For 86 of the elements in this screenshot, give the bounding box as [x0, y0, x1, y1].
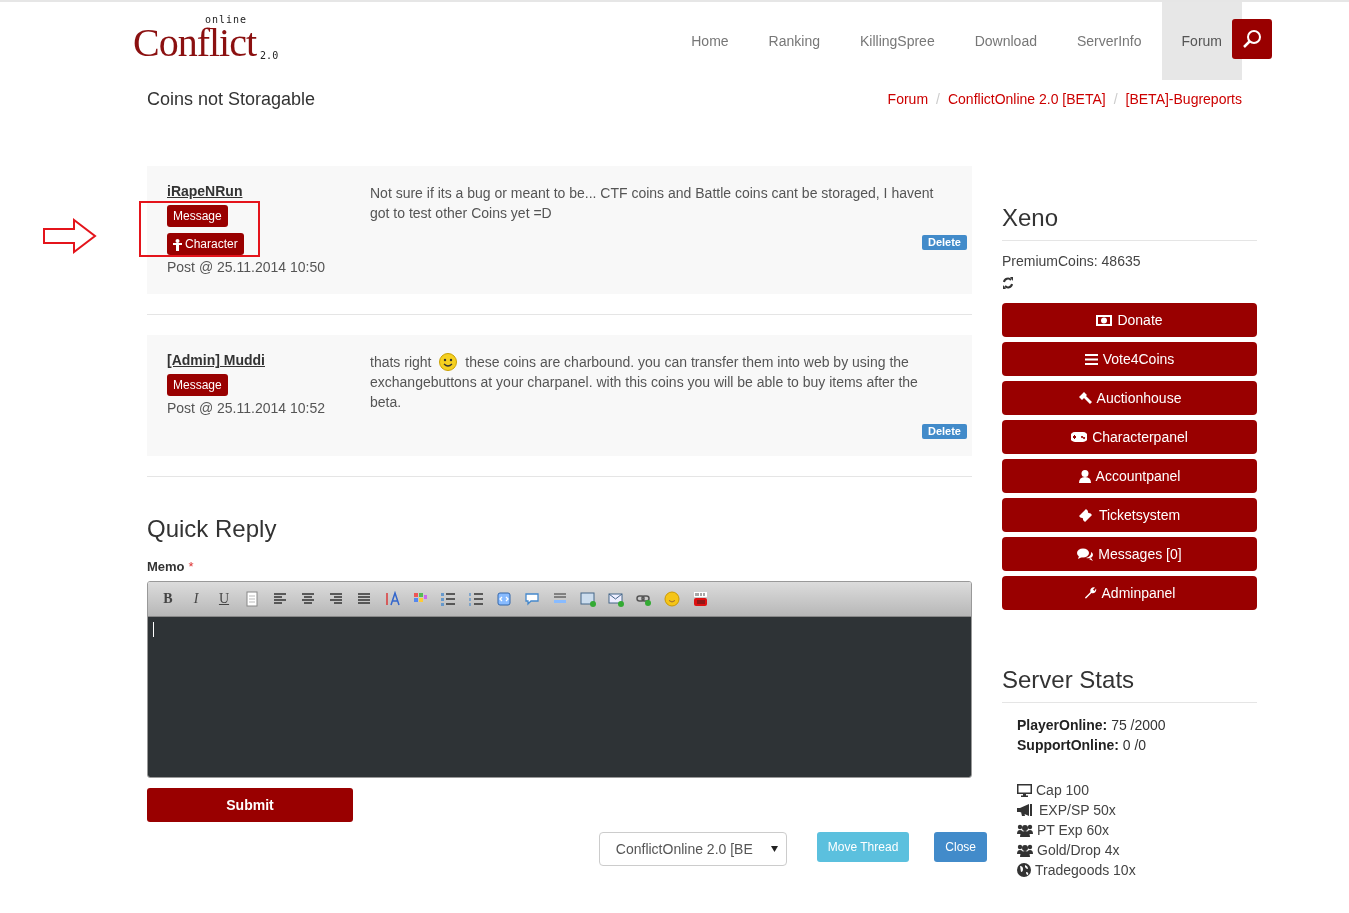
users-icon: [1017, 843, 1033, 857]
feature-text: Cap 100: [1036, 781, 1089, 800]
message-button[interactable]: Message: [167, 374, 228, 396]
forum-select[interactable]: ConflictOnline 2.0 [BE: [598, 832, 787, 866]
globe-icon: [1017, 863, 1031, 877]
menu-button[interactable]: Ticketsystem: [1002, 498, 1257, 532]
nav-link[interactable]: Download: [954, 2, 1057, 80]
breadcrumb-separator: /: [936, 91, 940, 107]
close-button[interactable]: Close: [934, 832, 987, 862]
feature-text: PT Exp 60x: [1037, 821, 1110, 840]
ticket-icon: [1078, 508, 1094, 522]
nav-link[interactable]: ServerInfo: [1056, 2, 1162, 80]
field-label: Memo: [147, 559, 185, 574]
account-name: Xeno: [1002, 204, 1059, 232]
align-left-icon[interactable]: [272, 591, 288, 607]
menu-button[interactable]: Characterpanel: [1002, 420, 1257, 454]
stat-line: SupportOnline: 0 /0: [1017, 736, 1147, 755]
page-title: Coins not Storagable: [147, 88, 316, 110]
bullet-list-icon[interactable]: [440, 591, 456, 607]
required-mark: *: [188, 559, 194, 574]
logo-tagline: online: [205, 14, 248, 25]
nav-link[interactable]: Ranking: [748, 2, 840, 80]
premium-coins: PremiumCoins: 48635: [1002, 253, 1141, 269]
font-size-icon[interactable]: [384, 591, 400, 607]
align-center-icon[interactable]: [300, 591, 316, 607]
post-date: Post @ 25.11.2014 10:52: [167, 399, 326, 418]
stat-line: PlayerOnline: 75 /2000: [1017, 716, 1166, 735]
bold-button[interactable]: B: [160, 591, 176, 607]
list-icon: [1084, 353, 1098, 365]
section-heading: Server Stats: [1002, 666, 1135, 694]
annotation-arrow: [43, 218, 97, 254]
users-icon: [1017, 823, 1033, 837]
author-link[interactable]: [Admin] Muddi: [167, 352, 265, 368]
menu-button[interactable]: Messages [0]: [1002, 537, 1257, 571]
italic-button[interactable]: I: [188, 591, 204, 607]
menu-button[interactable]: Vote4Coins: [1002, 342, 1257, 376]
email-add-icon[interactable]: [608, 591, 624, 607]
user-icon: [1078, 469, 1091, 483]
speech-bubble-icon[interactable]: [524, 591, 540, 607]
author-link[interactable]: iRapeNRun: [167, 183, 243, 199]
breadcrumb-link[interactable]: Forum: [887, 91, 929, 107]
numbered-list-icon[interactable]: [468, 591, 484, 607]
money-icon: [1096, 314, 1113, 326]
smiley-icon: [439, 353, 458, 371]
refresh-icon[interactable]: [1002, 277, 1014, 289]
menu-button[interactable]: Accountpanel: [1002, 459, 1257, 493]
dropdown-caret-icon: [770, 846, 778, 852]
character-button[interactable]: Character: [167, 233, 244, 255]
menu-button[interactable]: Auctionhouse: [1002, 381, 1257, 415]
message-button[interactable]: Message: [167, 205, 228, 227]
feature-text: Tradegoods 10x: [1035, 861, 1136, 880]
justify-icon[interactable]: [356, 591, 372, 607]
post-text: thats right these coins are charbound. you can transfer them into web by using the exchangebuttons at your charpanel. with this coins you will be able to buy items after the beta.: [370, 352, 919, 412]
nav-link[interactable]: KillingSpree: [839, 2, 955, 80]
gamepad-icon: [1071, 432, 1088, 442]
delete-button[interactable]: Delete: [921, 424, 967, 439]
code-scroll-icon[interactable]: [496, 591, 512, 607]
menu-button[interactable]: Donate: [1002, 303, 1257, 337]
monitor-icon: [1017, 783, 1032, 797]
figure-icon: [173, 238, 182, 251]
underline-button[interactable]: U: [216, 591, 232, 607]
align-right-icon[interactable]: [328, 591, 344, 607]
logo-version: 2.0: [260, 50, 279, 61]
comments-icon: [1077, 547, 1094, 561]
nav-link[interactable]: Home: [671, 2, 749, 80]
delete-button[interactable]: Delete: [921, 235, 967, 250]
breadcrumb-link[interactable]: ConflictOnline 2.0 [BETA]: [947, 91, 1106, 107]
megaphone-icon: [1017, 804, 1035, 816]
feature-text: EXP/SP 50x: [1039, 801, 1116, 820]
gavel-icon: [1077, 391, 1092, 405]
search-button[interactable]: [1232, 19, 1272, 59]
section-heading: Quick Reply: [147, 515, 277, 543]
logo-wordmark: Conflict: [133, 25, 257, 61]
nav-link[interactable]: Forum: [1161, 2, 1242, 80]
search-icon: [1242, 29, 1262, 49]
menu-button[interactable]: Adminpanel: [1002, 576, 1257, 610]
post-text: Not sure if its a bug or meant to be... CTF coins and Battle coins cant be storaged, I havent got to test other Coins yet =D: [370, 184, 935, 223]
post-date: Post @ 25.11.2014 10:50: [167, 258, 326, 277]
wrench-icon: [1083, 586, 1097, 600]
text-editor[interactable]: B I U: [147, 581, 972, 778]
text-cursor: [153, 622, 154, 637]
breadcrumb-link[interactable]: [BETA]-Bugreports: [1125, 91, 1242, 107]
submit-button[interactable]: Submit: [147, 788, 353, 822]
video-icon[interactable]: [692, 591, 708, 607]
breadcrumb-separator: /: [1113, 91, 1118, 107]
feature-text: Gold/Drop 4x: [1037, 841, 1120, 860]
